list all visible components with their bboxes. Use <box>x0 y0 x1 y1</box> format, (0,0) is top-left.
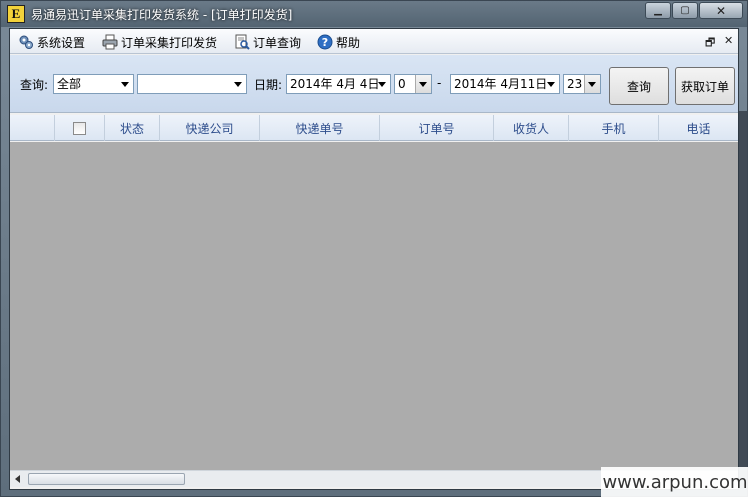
menu-help[interactable]: ? 帮助 <box>317 33 360 51</box>
menu-help-label: 帮助 <box>336 35 361 50</box>
query-type-select[interactable]: 全部 <box>53 74 134 94</box>
date-label: 日期: <box>254 78 283 92</box>
menu-bar: 系统设置 订单采集打印发货 订单查询 ? 帮助 🗗 ✕ <box>10 29 738 54</box>
scroll-left-icon[interactable] <box>15 475 20 483</box>
keyword-select[interactable] <box>137 74 247 94</box>
maximize-button[interactable]: ▢ <box>672 2 698 19</box>
maximize-icon: ▢ <box>680 5 690 16</box>
start-hour-value: 0 <box>398 77 406 91</box>
column-header-order-no[interactable]: 订单号 <box>380 115 494 141</box>
close-icon: ✕ <box>715 3 727 18</box>
menu-order-print-ship[interactable]: 订单采集打印发货 <box>102 33 217 51</box>
order-grid-body[interactable] <box>10 142 738 470</box>
date-range-dash: - <box>437 76 442 90</box>
query-bar: 查询: 全部 日期: 2014年 4月 4日 0 - 2014年 4月11日 2… <box>10 55 738 113</box>
column-header-recipient[interactable]: 收货人 <box>494 115 569 141</box>
end-date-picker[interactable]: 2014年 4月11日 <box>450 74 560 94</box>
svg-text:?: ? <box>322 36 328 49</box>
start-hour-select[interactable]: 0 <box>394 74 432 94</box>
chevron-down-icon <box>588 82 596 87</box>
restore-child-icon[interactable]: 🗗 <box>705 34 715 53</box>
watermark: www.arpun.com <box>601 467 748 497</box>
client-area: 系统设置 订单采集打印发货 订单查询 ? 帮助 🗗 ✕ 查询: 全部 日期: 2… <box>9 28 739 490</box>
fetch-orders-button[interactable]: 获取订单 <box>675 67 735 105</box>
select-all-column[interactable] <box>55 115 105 141</box>
close-child-icon[interactable]: ✕ <box>724 34 733 47</box>
search-button[interactable]: 查询 <box>609 67 669 105</box>
select-all-checkbox[interactable] <box>73 121 86 135</box>
scrollbar-thumb[interactable] <box>28 473 185 485</box>
chevron-down-icon <box>121 82 129 87</box>
end-date-value: 2014年 4月11日 <box>454 77 548 91</box>
query-label: 查询: <box>20 78 49 92</box>
start-date-value: 2014年 4月 4日 <box>290 77 380 91</box>
window-title: 易通易迅订单采集打印发货系统 - [订单打印发货] <box>31 8 293 22</box>
window-controls: ▁ ▢ ✕ <box>644 2 743 19</box>
settings-icon <box>18 34 34 50</box>
column-header-phone[interactable]: 电话 <box>659 115 738 141</box>
help-icon: ? <box>317 34 333 50</box>
menu-system-settings[interactable]: 系统设置 <box>18 33 85 51</box>
minimize-icon: ▁ <box>654 5 662 16</box>
query-type-value: 全部 <box>57 77 82 91</box>
menu-system-settings-label: 系统设置 <box>37 35 86 50</box>
chevron-down-icon <box>419 82 427 87</box>
document-search-icon <box>234 34 250 50</box>
column-header-status[interactable]: 状态 <box>105 115 160 141</box>
app-icon: E <box>7 5 25 23</box>
menu-order-print-ship-label: 订单采集打印发货 <box>121 35 218 50</box>
printer-icon <box>102 34 118 50</box>
end-hour-value: 23 <box>567 77 583 91</box>
chevron-down-icon <box>378 82 386 87</box>
column-header-courier[interactable]: 快递公司 <box>160 115 260 141</box>
chevron-down-icon <box>547 82 555 87</box>
minimize-button[interactable]: ▁ <box>645 2 671 19</box>
main-window: E 易通易迅订单采集打印发货系统 - [订单打印发货] ▁ ▢ ✕ 系统设置 订… <box>0 0 748 497</box>
menu-order-query-label: 订单查询 <box>253 35 302 50</box>
order-grid-header: 状态 快递公司 快递单号 订单号 收货人 手机 电话 <box>10 115 738 141</box>
start-date-picker[interactable]: 2014年 4月 4日 <box>286 74 391 94</box>
close-button[interactable]: ✕ <box>699 2 743 19</box>
title-bar[interactable]: E 易通易迅订单采集打印发货系统 - [订单打印发货] ▁ ▢ ✕ <box>1 1 747 27</box>
menu-order-query[interactable]: 订单查询 <box>234 33 301 51</box>
row-header-column <box>10 115 55 141</box>
column-header-tracking-no[interactable]: 快递单号 <box>260 115 380 141</box>
chevron-down-icon <box>234 82 242 87</box>
column-header-mobile[interactable]: 手机 <box>569 115 659 141</box>
window-edge <box>739 111 747 467</box>
end-hour-select[interactable]: 23 <box>563 74 601 94</box>
